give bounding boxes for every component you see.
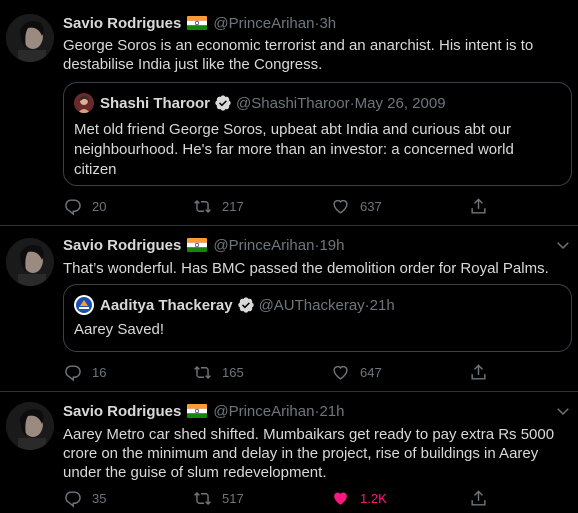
avatar[interactable] — [6, 402, 54, 450]
tweet-actions: 35 517 1.2K — [63, 488, 503, 508]
india-flag-icon — [187, 404, 208, 418]
share-icon — [471, 489, 486, 506]
author-name[interactable]: Savio Rodrigues — [63, 15, 181, 32]
quoted-author-name: Shashi Tharoor — [100, 94, 211, 112]
retweet-icon — [194, 491, 211, 505]
quoted-avatar — [74, 295, 94, 315]
tweet[interactable]: Savio Rodrigues @PrinceArihan · 19h That… — [0, 226, 578, 392]
quoted-tweet[interactable]: Aaditya Thackeray @AUThackeray · 21h Aar… — [63, 284, 572, 352]
quoted-header: Aaditya Thackeray @AUThackeray · 21h — [74, 295, 395, 315]
author-name[interactable]: Savio Rodrigues — [63, 403, 181, 420]
retweet-icon — [194, 365, 211, 379]
quoted-text: Met old friend George Soros, upbeat abt … — [74, 121, 514, 178]
tweet[interactable]: Savio Rodrigues @PrinceArihan · 21h Aare… — [0, 392, 578, 513]
tweet-actions: 20 217 637 — [63, 196, 503, 216]
share-button[interactable] — [469, 196, 498, 216]
author-name[interactable]: Savio Rodrigues — [63, 237, 181, 254]
author-handle[interactable]: @PrinceArihan — [213, 15, 314, 32]
retweet-button[interactable]: 517 — [193, 488, 244, 508]
quoted-avatar — [74, 93, 94, 113]
share-icon — [471, 197, 486, 214]
tweet-header: Savio Rodrigues @PrinceArihan · 19h — [63, 235, 345, 255]
retweet-icon — [194, 199, 211, 213]
tweet-header: Savio Rodrigues @PrinceArihan · 21h — [63, 401, 345, 421]
avatar[interactable] — [6, 238, 54, 286]
retweet-button[interactable]: 217 — [193, 196, 244, 216]
like-button[interactable]: 647 — [331, 362, 382, 382]
tweet-time[interactable]: 19h — [319, 237, 344, 254]
tweet-actions: 16 165 647 — [63, 362, 503, 382]
author-handle[interactable]: @PrinceArihan — [213, 237, 314, 254]
heart-icon — [334, 492, 347, 505]
tweet-text: Aarey Metro car shed shifted. Mumbaikars… — [63, 426, 555, 481]
india-flag-icon — [187, 238, 208, 252]
quoted-header: Shashi Tharoor @ShashiTharoor · May 26, … — [74, 93, 446, 113]
retweet-button[interactable]: 165 — [193, 362, 244, 382]
verified-badge-icon — [214, 94, 232, 112]
like-button[interactable]: 637 — [331, 196, 382, 216]
quoted-time: May 26, 2009 — [354, 94, 446, 112]
chevron-down-icon[interactable] — [554, 236, 572, 254]
reply-count: 16 — [92, 364, 107, 380]
reply-icon — [65, 364, 81, 382]
quoted-handle: @AUThackeray — [258, 296, 365, 314]
like-count: 1.2K — [360, 490, 387, 506]
tweet-time[interactable]: 21h — [319, 403, 344, 420]
india-flag-icon — [187, 16, 208, 30]
heart-icon — [333, 199, 348, 214]
like-button[interactable]: 1.2K — [331, 488, 387, 508]
verified-badge-icon — [237, 296, 255, 314]
tweet-text: George Soros is an economic terrorist an… — [63, 37, 534, 73]
like-count: 637 — [360, 198, 382, 214]
quoted-time: 21h — [369, 296, 395, 314]
tweet-header: Savio Rodrigues @PrinceArihan · 3h — [63, 13, 336, 33]
tweet-time[interactable]: 3h — [319, 15, 336, 32]
chevron-down-icon[interactable] — [554, 402, 572, 420]
quoted-author-name: Aaditya Thackeray — [100, 296, 233, 314]
reply-count: 35 — [92, 490, 107, 506]
retweet-count: 517 — [222, 490, 244, 506]
quoted-handle: @ShashiTharoor — [236, 94, 350, 112]
share-button[interactable] — [469, 362, 498, 382]
tweet-text: That’s wonderful. Has BMC passed the dem… — [63, 260, 549, 277]
author-handle[interactable]: @PrinceArihan — [213, 403, 314, 420]
quoted-tweet[interactable]: Shashi Tharoor @ShashiTharoor · May 26, … — [63, 82, 572, 186]
reply-button[interactable]: 16 — [63, 362, 106, 382]
reply-button[interactable]: 35 — [63, 488, 106, 508]
like-count: 647 — [360, 364, 382, 380]
avatar[interactable] — [6, 14, 54, 62]
quoted-text: Aarey Saved! — [74, 321, 165, 338]
retweet-count: 217 — [222, 198, 244, 214]
tweet[interactable]: Savio Rodrigues @PrinceArihan · 3h Georg… — [0, 0, 578, 226]
heart-icon — [333, 365, 348, 380]
reply-button[interactable]: 20 — [63, 196, 106, 216]
share-icon — [471, 363, 486, 380]
retweet-count: 165 — [222, 364, 244, 380]
reply-count: 20 — [92, 198, 107, 214]
share-button[interactable] — [469, 488, 498, 508]
reply-icon — [65, 490, 81, 508]
reply-icon — [65, 198, 81, 216]
